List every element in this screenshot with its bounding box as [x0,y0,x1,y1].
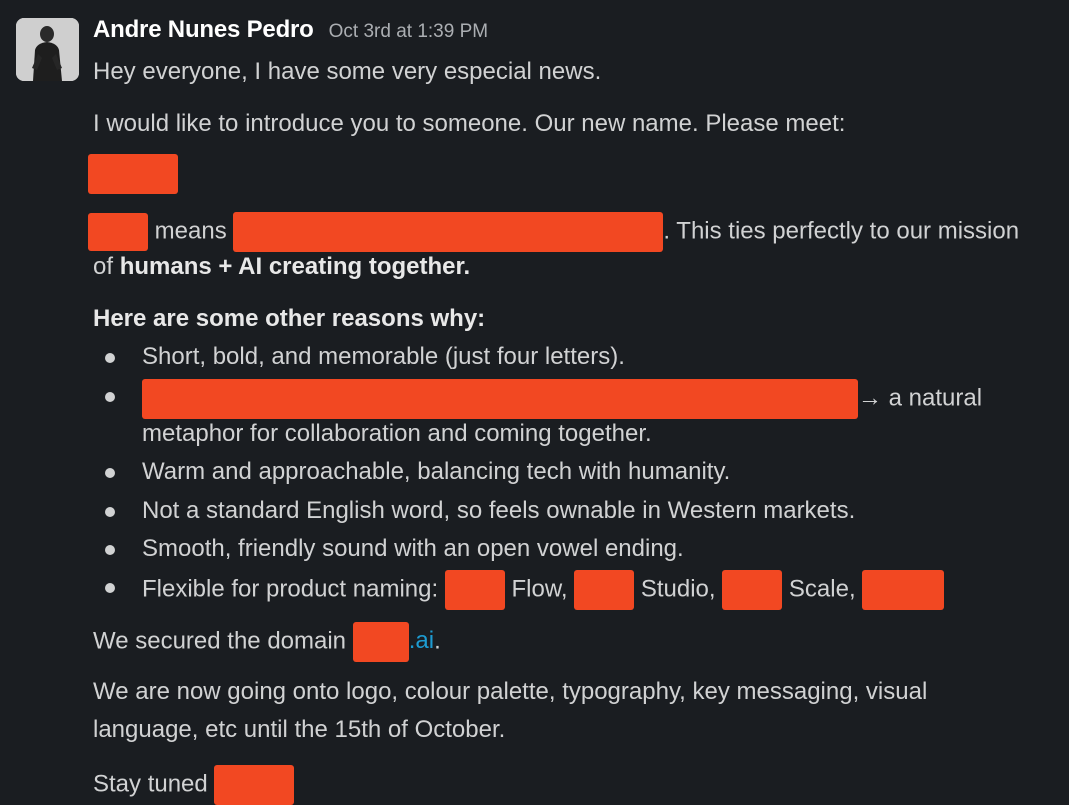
message-line: I would like to introduce you to someone… [93,110,846,137]
list-item-text: → a natural [142,379,982,419]
bullet-icon [105,507,115,517]
closing-text: Stay tuned [93,770,215,798]
mission-bold-text: humans + AI creating together. [119,253,471,280]
list-item-tail-text: → a natural [858,384,983,412]
redaction-block [214,765,295,805]
means-tail-text: . This ties perfectly to our mission [663,217,1020,245]
list-item-text: Not a standard English word, so feels ow… [142,497,856,524]
domain-prefix: We secured the domain [93,627,353,655]
bullet-icon [105,545,115,555]
message-line: Hey everyone, I have some very especial … [93,58,602,85]
message-timestamp[interactable]: Oct 3rd at 1:39 PM [329,21,488,43]
product-scale-text: Scale, [782,575,863,603]
list-item-text: Smooth, friendly sound with an open vowe… [142,535,684,562]
redaction-block [88,213,148,251]
redaction-block [862,570,945,610]
message-line-domain: We secured the domain .ai. [93,622,441,662]
bullet-icon [105,392,115,402]
message-line-closing: Stay tuned [93,765,295,805]
product-flow-text: Flow, [504,575,575,603]
redaction-block [233,212,664,252]
bullet-icon [105,353,115,363]
author-name[interactable]: Andre Nunes Pedro [93,16,314,44]
message-line-means: means . This ties perfectly to our missi… [88,212,1020,252]
chat-message: Andre Nunes Pedro Oct 3rd at 1:39 PM Hey… [0,0,1069,805]
avatar[interactable] [16,18,79,81]
means-text: means [148,217,234,245]
mission-prefix: of [93,253,120,280]
message-line: language, etc until the 15th of October. [93,716,506,743]
message-header: Andre Nunes Pedro Oct 3rd at 1:39 PM [93,16,488,52]
domain-end: . [434,627,441,655]
redaction-block [574,570,635,610]
reasons-heading: Here are some other reasons why: [93,305,486,332]
message-line-mission: of humans + AI creating together. [93,250,470,284]
list-item-continuation: metaphor for collaboration and coming to… [142,420,652,447]
redaction-block [88,154,178,194]
list-item-text: Warm and approachable, balancing tech wi… [142,458,731,485]
redaction-block [352,622,409,662]
person-photo-icon [16,18,79,81]
bullet-icon [105,583,115,593]
domain-link-suffix[interactable]: .ai [409,627,434,654]
list-item-text: Short, bold, and memorable (just four le… [142,343,625,370]
redaction-block [722,570,783,610]
bullet-icon [105,468,115,478]
product-naming-prefix: Flexible for product naming: [142,575,445,603]
redaction-block [142,379,858,419]
list-item-text: Flexible for product naming: Flow, Studi… [142,570,945,610]
product-studio-text: Studio, [634,575,723,603]
redaction-block [444,570,505,610]
message-line: We are now going onto logo, colour palet… [93,678,928,705]
domain-link[interactable]: .ai [352,622,434,662]
